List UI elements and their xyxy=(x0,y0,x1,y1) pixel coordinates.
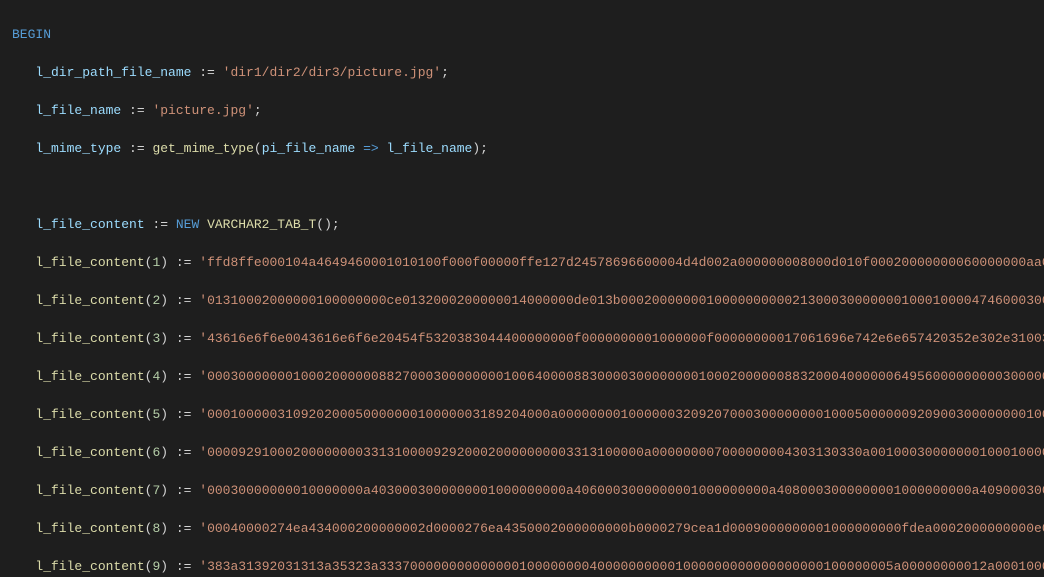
variable: l_file_content xyxy=(35,217,144,232)
type-name: VARCHAR2_TAB_T xyxy=(207,217,316,232)
code-line: BEGIN xyxy=(12,25,1044,44)
code-line: l_file_content(3) := '43616e6f6e0043616e… xyxy=(12,329,1044,348)
code-line: l_mime_type := get_mime_type(pi_file_nam… xyxy=(12,139,1044,158)
code-line: l_file_name := 'picture.jpg'; xyxy=(12,101,1044,120)
hex-string: 'ffd8ffe000104a4649460001010100f000f0000… xyxy=(199,255,1044,270)
hex-string: '00040000274ea434000200000002d0000276ea4… xyxy=(199,521,1044,536)
code-line: l_file_content(4) := '000300000001000200… xyxy=(12,367,1044,386)
code-line: l_file_content(2) := '013100020000001000… xyxy=(12,291,1044,310)
variable: l_file_name xyxy=(35,103,121,118)
hex-string: '000092910002000000003313100009292000200… xyxy=(199,445,1044,460)
hex-string: '43616e6f6e0043616e6f6e20454f53203830444… xyxy=(199,331,1044,346)
variable: l_mime_type xyxy=(35,141,121,156)
hex-string: '00030000000010000000a403000300000000100… xyxy=(199,483,1044,498)
code-line: l_file_content(9) := '383a31392031313a35… xyxy=(12,557,1044,576)
string-literal: 'dir1/dir2/dir3/picture.jpg' xyxy=(223,65,441,80)
code-line: l_file_content(6) := '000092910002000000… xyxy=(12,443,1044,462)
code-line: l_file_content(5) := '000100000310920200… xyxy=(12,405,1044,424)
code-line: l_dir_path_file_name := 'dir1/dir2/dir3/… xyxy=(12,63,1044,82)
code-line xyxy=(12,177,1044,196)
code-line: l_file_content(1) := 'ffd8ffe000104a4649… xyxy=(12,253,1044,272)
keyword-begin: BEGIN xyxy=(12,27,51,42)
hex-string: '01310002000000100000000ce01320002000000… xyxy=(199,293,1044,308)
string-literal: 'picture.jpg' xyxy=(152,103,253,118)
hex-string: '000100000310920200050000000100000031892… xyxy=(199,407,1044,422)
hex-string: '000300000001000200000088270003000000001… xyxy=(199,369,1044,384)
variable: l_dir_path_file_name xyxy=(35,65,191,80)
code-editor[interactable]: BEGIN l_dir_path_file_name := 'dir1/dir2… xyxy=(0,0,1044,577)
keyword-new: NEW xyxy=(176,217,199,232)
code-line: l_file_content(7) := '000300000000100000… xyxy=(12,481,1044,500)
hex-string: '383a31392031313a35323a33370000000000000… xyxy=(199,559,1044,574)
function-call: get_mime_type xyxy=(152,141,253,156)
code-line: l_file_content(8) := '00040000274ea43400… xyxy=(12,519,1044,538)
code-line: l_file_content := NEW VARCHAR2_TAB_T(); xyxy=(12,215,1044,234)
